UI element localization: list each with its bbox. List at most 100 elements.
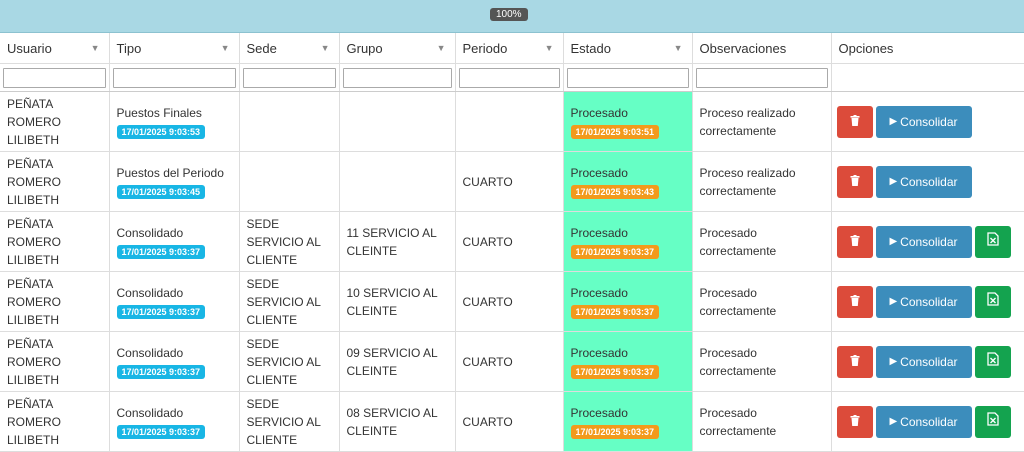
filter-icon[interactable]: ▼	[321, 43, 330, 53]
tipo-text: Consolidado	[116, 345, 184, 360]
play-icon: ▶	[889, 235, 898, 247]
delete-button[interactable]	[836, 165, 873, 198]
consolidar-label: Consolidar	[900, 234, 958, 249]
opciones-cell: ▶ Consolidar	[831, 151, 1024, 212]
estado-text: Procesado	[570, 405, 628, 420]
observaciones-cell: Procesado correctamente	[692, 331, 832, 392]
play-icon: ▶	[889, 415, 898, 427]
col-header-opciones: Opciones	[831, 33, 1024, 64]
excel-download-button[interactable]	[974, 225, 1011, 258]
col-header-usuario[interactable]: Usuario ▼	[0, 33, 110, 64]
observaciones-cell: Procesado correctamente	[692, 391, 832, 452]
col-header-sede[interactable]: Sede ▼	[239, 33, 340, 64]
estado-cell: Procesado 17/01/2025 9:03:37	[563, 391, 693, 452]
usuario-cell: PEÑATA ROMERO LILIBETH	[0, 211, 110, 272]
table-row: PEÑATA ROMERO LILIBETH Puestos del Period…	[0, 151, 1024, 212]
estado-date-badge: 17/01/2025 9:03:37	[570, 424, 660, 439]
estado-cell: Procesado 17/01/2025 9:03:51	[563, 91, 693, 152]
table-row: PEÑATA ROMERO LILIBETH Consolidado 17/01/2…	[0, 211, 1024, 272]
tipo-date-badge: 17/01/2025 9:03:37	[116, 244, 206, 259]
tipo-text: Consolidado	[116, 285, 184, 300]
excel-download-button[interactable]	[974, 405, 1011, 438]
delete-button[interactable]	[836, 285, 873, 318]
filter-observaciones-input[interactable]	[695, 67, 828, 88]
grupo-cell: 09 SERVICIO AL CLEINTE	[339, 331, 456, 392]
filter-tipo-input[interactable]	[112, 67, 236, 88]
filter-icon[interactable]: ▼	[674, 43, 683, 53]
usuario-cell: PEÑATA ROMERO LILIBETH	[0, 91, 110, 152]
periodo-cell: CUARTO	[455, 211, 564, 272]
consolidar-button[interactable]: ▶ Consolidar	[875, 165, 972, 198]
consolidar-label: Consolidar	[900, 114, 958, 129]
tipo-date-badge: 17/01/2025 9:03:37	[116, 364, 206, 379]
filter-periodo-input[interactable]	[458, 67, 560, 88]
observaciones-cell: Procesado correctamente	[692, 211, 832, 272]
consolidar-button[interactable]: ▶ Consolidar	[875, 285, 972, 318]
delete-button[interactable]	[836, 105, 873, 138]
consolidar-button[interactable]: ▶ Consolidar	[875, 225, 972, 258]
filter-sede-input[interactable]	[242, 67, 336, 88]
consolidar-button[interactable]: ▶ Consolidar	[875, 105, 972, 138]
estado-date-badge: 17/01/2025 9:03:37	[570, 304, 660, 319]
tipo-cell: Consolidado 17/01/2025 9:03:37	[109, 211, 240, 272]
estado-text: Procesado	[570, 345, 628, 360]
consolidar-label: Consolidar	[900, 174, 958, 189]
sede-cell	[239, 151, 340, 212]
play-icon: ▶	[889, 175, 898, 187]
filter-usuario-input[interactable]	[3, 67, 106, 88]
col-header-periodo[interactable]: Periodo ▼	[455, 33, 564, 64]
estado-date-badge: 17/01/2025 9:03:37	[570, 244, 660, 259]
usuario-cell: PEÑATA ROMERO LILIBETH	[0, 331, 110, 392]
filter-icon[interactable]: ▼	[545, 43, 554, 53]
filter-icon[interactable]: ▼	[91, 43, 100, 53]
trash-icon	[850, 293, 860, 311]
tipo-date-badge: 17/01/2025 9:03:53	[116, 124, 206, 139]
estado-date-badge: 17/01/2025 9:03:51	[570, 124, 660, 139]
play-icon: ▶	[889, 355, 898, 367]
trash-icon	[850, 113, 860, 131]
estado-date-badge: 17/01/2025 9:03:43	[570, 184, 660, 199]
opciones-cell: ▶ Consolidar	[831, 331, 1024, 392]
filter-grupo-input[interactable]	[342, 67, 452, 88]
consolidar-button[interactable]: ▶ Consolidar	[875, 405, 972, 438]
delete-button[interactable]	[836, 405, 873, 438]
sede-cell: SEDE SERVICIO AL CLIENTE	[239, 271, 340, 332]
usuario-cell: PEÑATA ROMERO LILIBETH	[0, 391, 110, 452]
col-header-grupo[interactable]: Grupo ▼	[339, 33, 456, 64]
estado-text: Procesado	[570, 225, 628, 240]
usuario-cell: PEÑATA ROMERO LILIBETH	[0, 271, 110, 332]
consolidar-button[interactable]: ▶ Consolidar	[875, 345, 972, 378]
excel-download-button[interactable]	[974, 285, 1011, 318]
grupo-cell: 08 SERVICIO AL CLEINTE	[339, 391, 456, 452]
consolidar-label: Consolidar	[900, 414, 958, 429]
filter-icon[interactable]: ▼	[437, 43, 446, 53]
grupo-cell	[339, 91, 456, 152]
tipo-cell: Consolidado 17/01/2025 9:03:37	[109, 391, 240, 452]
opciones-cell: ▶ Consolidar	[831, 271, 1024, 332]
delete-button[interactable]	[836, 225, 873, 258]
trash-icon	[850, 233, 860, 251]
sede-cell	[239, 91, 340, 152]
observaciones-cell: Proceso realizado correctamente	[692, 151, 832, 212]
filter-estado-input[interactable]	[566, 67, 689, 88]
excel-download-button[interactable]	[974, 345, 1011, 378]
tipo-text: Consolidado	[116, 405, 184, 420]
opciones-cell: ▶ Consolidar	[831, 91, 1024, 152]
delete-button[interactable]	[836, 345, 873, 378]
col-header-tipo[interactable]: Tipo ▼	[109, 33, 240, 64]
trash-icon	[850, 353, 860, 371]
estado-cell: Procesado 17/01/2025 9:03:37	[563, 271, 693, 332]
zoom-badge: 100%	[490, 8, 528, 21]
tipo-cell: Consolidado 17/01/2025 9:03:37	[109, 331, 240, 392]
filter-icon[interactable]: ▼	[221, 43, 230, 53]
consolidar-label: Consolidar	[900, 354, 958, 369]
excel-file-icon	[986, 412, 999, 431]
estado-cell: Procesado 17/01/2025 9:03:43	[563, 151, 693, 212]
col-header-observaciones[interactable]: Observaciones	[692, 33, 832, 64]
excel-file-icon	[986, 232, 999, 251]
sede-cell: SEDE SERVICIO AL CLIENTE	[239, 211, 340, 272]
tipo-date-badge: 17/01/2025 9:03:37	[116, 304, 206, 319]
trash-icon	[850, 173, 860, 191]
col-header-estado[interactable]: Estado ▼	[563, 33, 693, 64]
excel-file-icon	[986, 352, 999, 371]
